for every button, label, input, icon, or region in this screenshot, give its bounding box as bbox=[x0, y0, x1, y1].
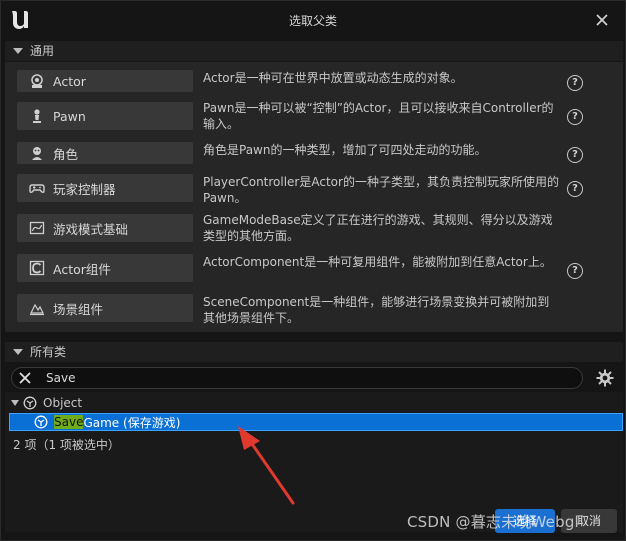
actor-description: Actor是一种可在世界中放置或动态生成的对象。 bbox=[203, 71, 463, 85]
collapse-caret-icon bbox=[13, 48, 23, 54]
actor-component-description: ActorComponent是一种可复用组件，能被附加到任意Actor上。 bbox=[203, 255, 552, 269]
collapse-caret-icon bbox=[13, 349, 23, 355]
cancel-button[interactable]: 取消 bbox=[561, 509, 617, 533]
gamepad-icon bbox=[29, 180, 45, 196]
character-help-icon[interactable]: ? bbox=[567, 147, 583, 163]
scene-component-description: SceneComponent是一种组件，能够进行场景变换并可被附加到其他场景组件… bbox=[203, 295, 550, 325]
object-class-icon bbox=[34, 415, 48, 429]
tree-node-savegame-label: Game (保存游戏) bbox=[83, 415, 181, 430]
pawn-help-icon[interactable]: ? bbox=[567, 109, 583, 125]
character-icon bbox=[29, 145, 45, 161]
common-section-label: 通用 bbox=[30, 44, 55, 58]
pick-parent-class-dialog: 选取父类 通用 Actor Actor是一种可在世界中放置或动态生成的对象。 ? bbox=[0, 0, 626, 541]
dialog-title: 选取父类 bbox=[288, 14, 337, 28]
pawn-label: Pawn bbox=[53, 108, 86, 124]
clear-search-icon[interactable] bbox=[18, 371, 32, 385]
tree-node-savegame[interactable]: Save Game (保存游戏) bbox=[9, 413, 623, 431]
pawn-class-button[interactable]: Pawn bbox=[17, 102, 193, 130]
all-classes-section-header[interactable]: 所有类 bbox=[5, 342, 623, 362]
common-section-header[interactable]: 通用 bbox=[5, 41, 623, 61]
game-mode-base-label: 游戏模式基础 bbox=[53, 221, 129, 237]
select-button[interactable]: 选择 bbox=[495, 509, 555, 533]
game-mode-base-class-button[interactable]: 游戏模式基础 bbox=[17, 214, 193, 242]
object-class-icon bbox=[23, 396, 37, 410]
character-label: 角色 bbox=[53, 146, 79, 162]
actor-component-help-icon[interactable]: ? bbox=[567, 263, 583, 279]
character-description: 角色是Pawn的一种类型，增加了可四处走动的功能。 bbox=[203, 143, 487, 157]
scene-component-icon bbox=[29, 300, 45, 316]
search-match-highlight: Save bbox=[54, 415, 84, 429]
class-search-box bbox=[11, 367, 583, 389]
actor-icon bbox=[29, 73, 45, 89]
actor-component-class-button[interactable]: Actor组件 bbox=[17, 254, 193, 282]
class-search-input[interactable] bbox=[46, 369, 566, 387]
pawn-description: Pawn是一种可以被“控制”的Actor，且可以接收来自Controller的输… bbox=[203, 101, 554, 131]
expand-caret-icon bbox=[11, 400, 19, 406]
game-mode-base-description: GameModeBase定义了正在进行的游戏、其规则、得分以及游戏类型的其他方面… bbox=[203, 213, 553, 243]
tree-node-object-label: Object bbox=[43, 396, 83, 410]
item-count-status: 2 项（1 项被选中） bbox=[13, 438, 120, 452]
pawn-icon bbox=[29, 108, 45, 124]
actor-component-icon bbox=[29, 260, 45, 276]
player-controller-help-icon[interactable]: ? bbox=[567, 181, 583, 197]
player-controller-description: PlayerController是Actor的一种子类型，其负责控制玩家所使用的… bbox=[203, 175, 559, 205]
tree-node-object[interactable]: Object bbox=[11, 394, 82, 412]
actor-class-button[interactable]: Actor bbox=[17, 70, 193, 92]
close-icon[interactable] bbox=[593, 11, 611, 29]
scene-component-class-button[interactable]: 场景组件 bbox=[17, 294, 193, 322]
scene-component-label: 场景组件 bbox=[53, 301, 104, 317]
player-controller-label: 玩家控制器 bbox=[53, 181, 116, 197]
actor-help-icon[interactable]: ? bbox=[567, 75, 583, 91]
all-classes-section-label: 所有类 bbox=[30, 345, 67, 359]
game-mode-icon bbox=[29, 220, 45, 236]
character-class-button[interactable]: 角色 bbox=[17, 142, 193, 164]
common-classes-panel: Actor Actor是一种可在世界中放置或动态生成的对象。 ? Pawn Pa… bbox=[5, 62, 623, 332]
actor-component-label: Actor组件 bbox=[53, 261, 111, 277]
actor-label: Actor bbox=[53, 73, 86, 89]
player-controller-class-button[interactable]: 玩家控制器 bbox=[17, 174, 193, 202]
gear-icon[interactable] bbox=[595, 368, 615, 388]
title-bar: 选取父类 bbox=[1, 1, 625, 39]
